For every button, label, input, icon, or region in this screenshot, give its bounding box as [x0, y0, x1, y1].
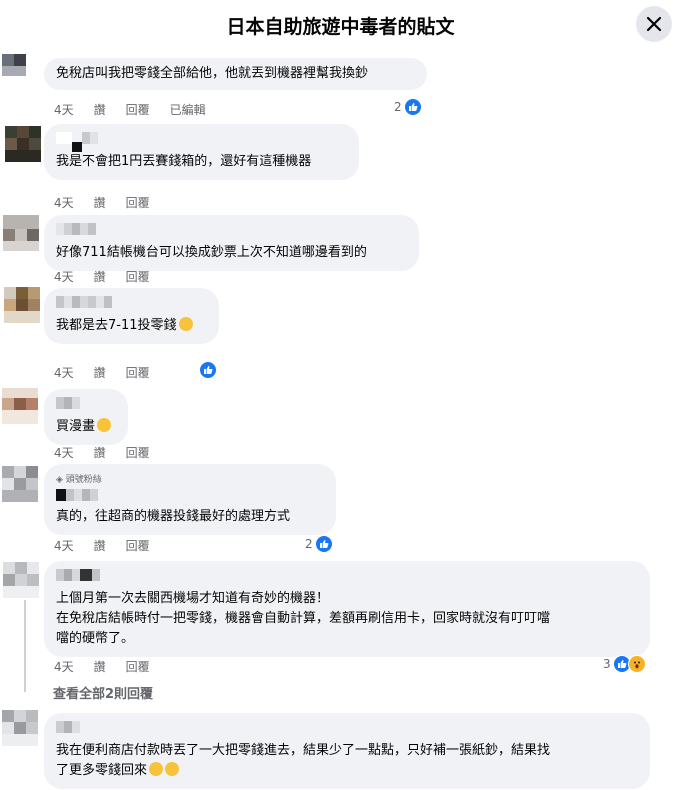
comment-text: 買漫畫 — [56, 417, 116, 437]
blurred-author-name[interactable] — [56, 132, 347, 152]
comment-text-content: 買漫畫 — [56, 419, 96, 434]
like-button[interactable]: 讚 — [94, 658, 106, 675]
edited-label[interactable]: 已編輯 — [170, 101, 206, 118]
top-fan-badge[interactable]: ◈ 頭號粉絲 — [56, 472, 324, 485]
comment-actions: 4天 讚 回覆 — [54, 364, 170, 381]
comment-actions: 4天 讚 回覆 — [54, 537, 170, 554]
like-button[interactable]: 讚 — [94, 444, 106, 461]
reaction-summary[interactable]: 3 — [603, 655, 646, 673]
blurred-author-name[interactable] — [56, 721, 638, 733]
wow-icon — [627, 655, 646, 673]
reaction-count: 3 — [603, 657, 611, 671]
reply-button[interactable]: 回覆 — [126, 364, 150, 381]
reply-button[interactable]: 回覆 — [126, 101, 150, 118]
comment-time[interactable]: 4天 — [54, 268, 74, 285]
avatar[interactable] — [2, 710, 38, 746]
comment-text: 真的，往超商的機器投錢最好的處理方式 — [56, 509, 291, 524]
like-button[interactable]: 讚 — [94, 537, 106, 554]
comment-time[interactable]: 4天 — [54, 101, 74, 118]
diamond-icon: ◈ — [56, 475, 66, 485]
blurred-author-name[interactable] — [56, 223, 407, 235]
comment-bubble: 我都是去7-11投零錢 — [44, 288, 219, 344]
comment-time[interactable]: 4天 — [54, 658, 74, 675]
top-fan-label: 頭號粉絲 — [65, 475, 102, 485]
like-button[interactable]: 讚 — [94, 364, 106, 381]
comment-bubble: 我在便利商店付款時丟了一大把零錢進去，結果少了一點點，只好補一張紙鈔，結果找 了… — [44, 713, 650, 789]
avatar[interactable] — [2, 54, 38, 76]
comment-text: 我都是去7-11投零錢 — [56, 316, 207, 336]
comment-text-content: 上個月第一次去關西機場才知道有奇妙的機器！ 在免稅店結帳時付一把零錢，機器會自動… — [56, 591, 551, 646]
blurred-author-name[interactable] — [56, 397, 116, 409]
view-replies-link[interactable]: 查看全部2則回覆 — [53, 683, 153, 702]
comment-text: 免稅店叫我把零錢全部給他，他就丟到機器裡幫我換鈔 — [56, 66, 369, 81]
like-button[interactable]: 讚 — [94, 194, 106, 211]
rofl-emoji-icon — [97, 418, 112, 432]
comment-bubble: 免稅店叫我把零錢全部給他，他就丟到機器裡幫我換鈔 — [44, 58, 427, 90]
laughing-emoji-icon — [178, 317, 193, 331]
comment-text: 我在便利商店付款時丟了一大把零錢進去，結果少了一點點，只好補一張紙鈔，結果找 了… — [56, 741, 638, 781]
comment-time[interactable]: 4天 — [54, 194, 74, 211]
comment-actions: 4天 讚 回覆 — [54, 268, 170, 285]
like-icon — [403, 98, 422, 116]
comment-actions: 4天 讚 回覆 — [54, 194, 170, 211]
blurred-author-name[interactable] — [56, 569, 638, 581]
dialog-header: 日本自助旅遊中毒者的貼文 — [0, 0, 681, 50]
like-icon — [314, 535, 333, 553]
avatar[interactable] — [5, 126, 41, 162]
reply-button[interactable]: 回覆 — [126, 194, 150, 211]
blurred-author-name[interactable] — [56, 489, 324, 501]
comment-time[interactable]: 4天 — [54, 364, 74, 381]
avatar[interactable] — [2, 466, 38, 502]
comment-text: 好像711結帳機台可以換成鈔票上次不知道哪邊看到的 — [56, 245, 367, 260]
comment-text-content: 我在便利商店付款時丟了一大把零錢進去，結果少了一點點，只好補一張紙鈔，結果找 了… — [56, 743, 551, 778]
comment-time[interactable]: 4天 — [54, 444, 74, 461]
comment-bubble: 我是不會把1円丟賽錢箱的，還好有這種機器 — [44, 124, 359, 180]
reply-button[interactable]: 回覆 — [126, 658, 150, 675]
close-icon — [646, 16, 662, 32]
comment-actions: 4天 讚 回覆 — [54, 658, 170, 675]
reaction-count: 2 — [305, 537, 313, 551]
comment-actions: 4天 讚 回覆 — [54, 444, 170, 461]
avatar[interactable] — [3, 562, 39, 598]
like-button[interactable]: 讚 — [94, 268, 106, 285]
comment-bubble: ◈ 頭號粉絲 真的，往超商的機器投錢最好的處理方式 — [44, 464, 336, 535]
thread-line — [24, 600, 26, 692]
avatar[interactable] — [4, 287, 40, 323]
comment-time[interactable]: 4天 — [54, 537, 74, 554]
reply-button[interactable]: 回覆 — [126, 444, 150, 461]
comment-actions: 4天 讚 回覆 已編輯 — [54, 101, 226, 118]
comment-text-content: 我都是去7-11投零錢 — [56, 318, 177, 333]
reaction-count: 2 — [394, 100, 402, 114]
blurred-author-name[interactable] — [56, 296, 207, 308]
reaction-summary[interactable]: 2 — [394, 98, 422, 116]
pensive-emoji-icon — [165, 762, 180, 776]
close-button[interactable] — [636, 6, 672, 42]
comment-bubble: 上個月第一次去關西機場才知道有奇妙的機器！ 在免稅店結帳時付一把零錢，機器會自動… — [44, 561, 650, 657]
avatar[interactable] — [3, 215, 39, 251]
sweat-emoji-icon — [149, 762, 164, 776]
comment-bubble: 好像711結帳機台可以換成鈔票上次不知道哪邊看到的 — [44, 215, 419, 271]
reaction-summary[interactable]: 2 — [305, 535, 333, 553]
reply-button[interactable]: 回覆 — [126, 537, 150, 554]
like-button[interactable]: 讚 — [94, 101, 106, 118]
reaction-summary[interactable] — [199, 361, 217, 379]
dialog-title: 日本自助旅遊中毒者的貼文 — [226, 16, 455, 38]
like-icon — [199, 361, 217, 379]
reply-button[interactable]: 回覆 — [126, 268, 150, 285]
comment-text: 上個月第一次去關西機場才知道有奇妙的機器！ 在免稅店結帳時付一把零錢，機器會自動… — [56, 589, 638, 649]
avatar[interactable] — [2, 388, 38, 424]
comment-bubble: 買漫畫 — [44, 389, 128, 445]
comment-text: 我是不會把1円丟賽錢箱的，還好有這種機器 — [56, 154, 312, 169]
